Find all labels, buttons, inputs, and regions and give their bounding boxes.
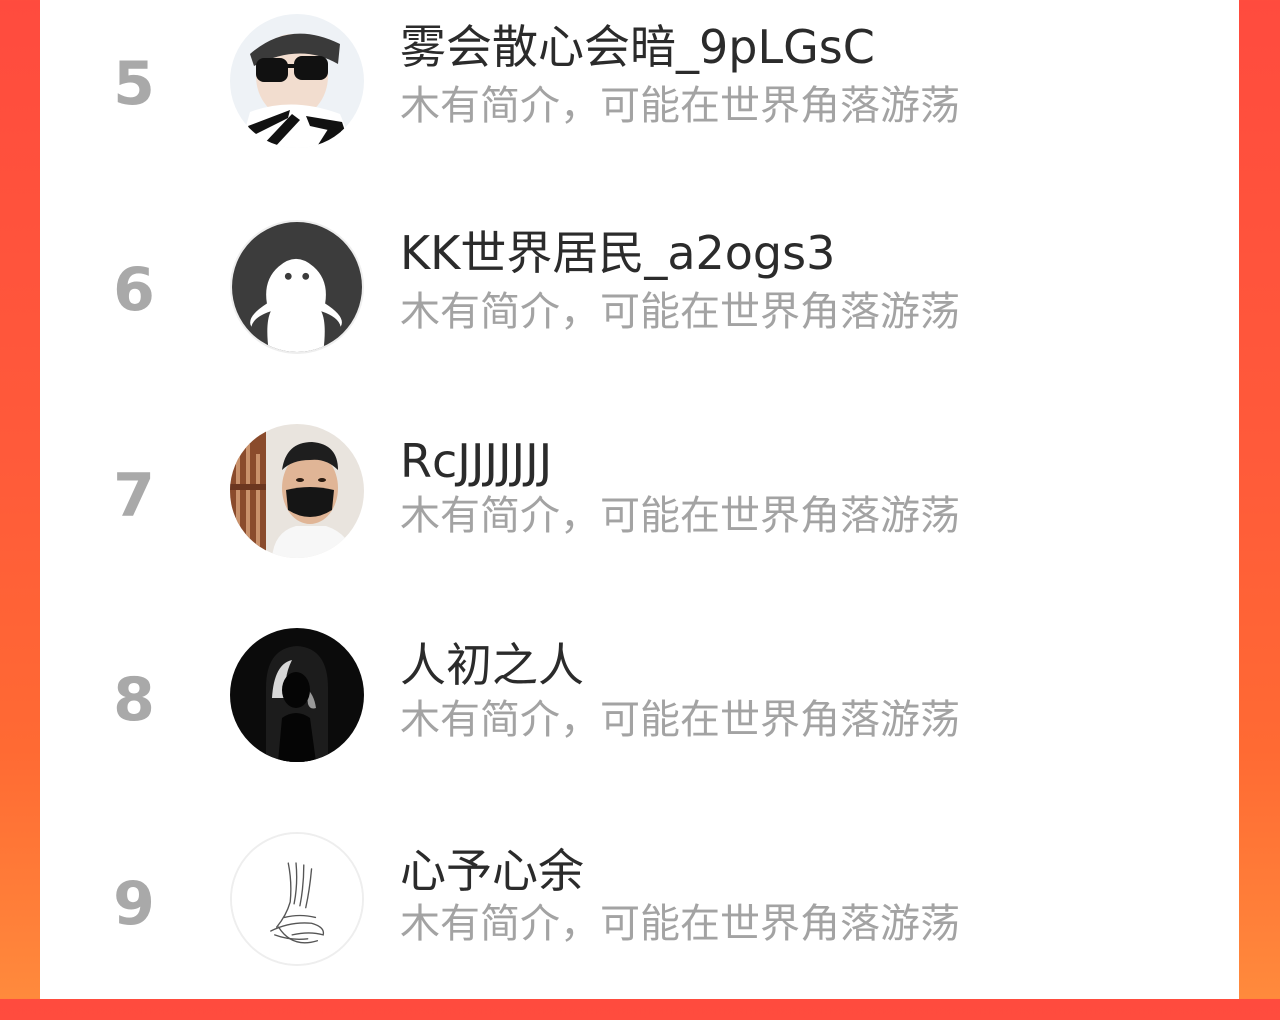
user-name[interactable]: KK世界居民_a2ogs3 (400, 230, 835, 276)
default-ghost-avatar[interactable] (230, 220, 364, 354)
hands-sketch-avatar[interactable] (230, 832, 364, 966)
user-bio: 木有简介，可能在世界角落游荡 (400, 83, 960, 129)
user-name[interactable]: 心予心余 (400, 848, 584, 894)
rank-number: 9 (113, 869, 155, 939)
sunglasses-boy-avatar[interactable] (230, 14, 364, 148)
user-bio: 木有简介，可能在世界角落游荡 (400, 289, 960, 335)
user-bio: 木有简介，可能在世界角落游荡 (400, 493, 960, 539)
user-name[interactable]: RcJJJJJJJ (400, 438, 552, 484)
user-name[interactable]: 雾会散心会暗_9pLGsC (400, 24, 875, 70)
user-bio: 木有简介，可能在世界角落游荡 (400, 697, 960, 743)
masked-man-avatar[interactable] (230, 424, 364, 558)
ranking-row-7[interactable]: 7 RcJJJJJJJ 木有简介，可能在世界角落游荡 (40, 408, 1239, 612)
rank-number: 5 (113, 49, 155, 119)
ranking-row-5[interactable]: 5 雾会散心会暗_9pLGsC 木有简介，可能在世界角落游荡 (40, 0, 1239, 204)
ranking-row-9[interactable]: 9 心予心余 木有简介，可能在世界角落游荡 (40, 816, 1239, 1020)
user-name[interactable]: 人初之人 (400, 642, 584, 688)
rank-number: 6 (113, 255, 155, 325)
silhouette-archway-avatar[interactable] (230, 628, 364, 762)
ranking-row-6[interactable]: 6 KK世界居民_a2ogs3 木有简介，可能在世界角落游荡 (40, 204, 1239, 408)
rank-number: 7 (113, 461, 155, 531)
user-bio: 木有简介，可能在世界角落游荡 (400, 901, 960, 947)
rank-number: 8 (113, 665, 155, 735)
ranking-list-card: 5 雾会散心会暗_9pLGsC 木有简介，可能在世界角落游荡 6 KK世界居民_… (40, 0, 1239, 999)
ranking-row-8[interactable]: 8 人初之人 木有简介，可能在世界角落游荡 (40, 612, 1239, 816)
